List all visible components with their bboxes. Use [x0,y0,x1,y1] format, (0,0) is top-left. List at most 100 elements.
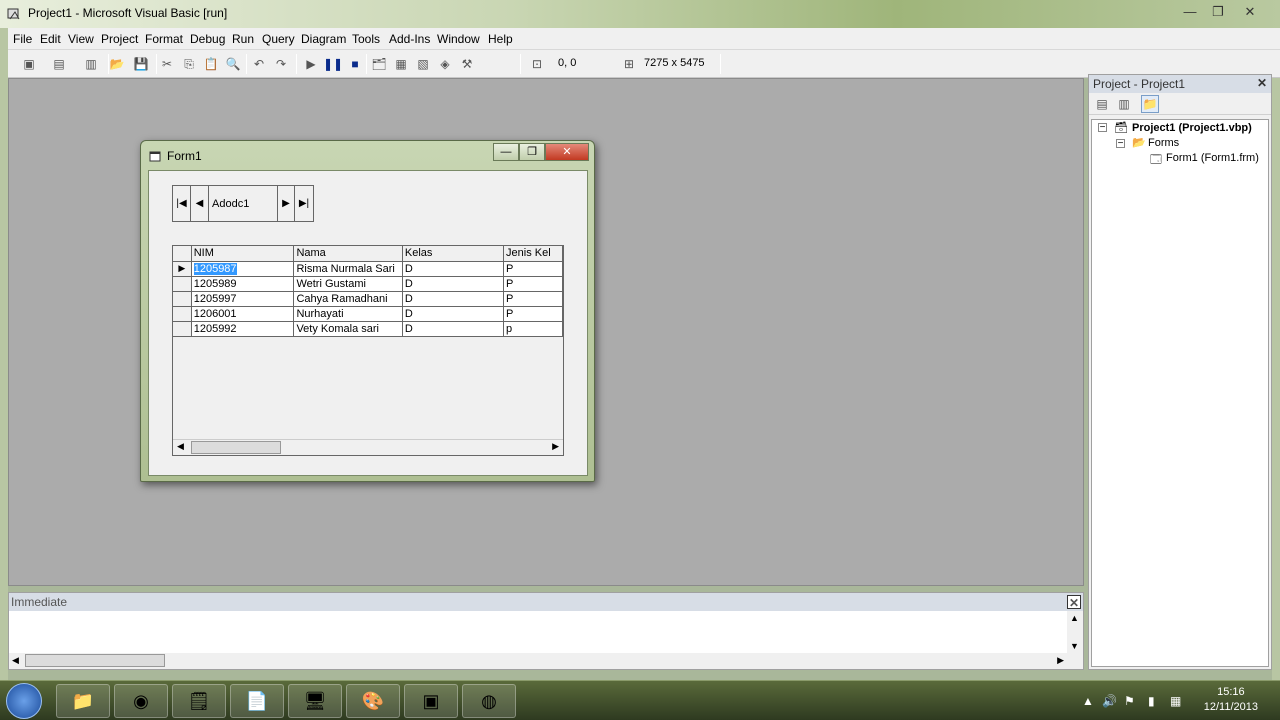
cut-icon[interactable]: ✂ [158,55,176,73]
grid-cell[interactable]: Vety Komala sari [293,321,403,337]
toolbox-icon[interactable]: ⚒ [458,55,476,73]
action-center-icon[interactable]: ⚑ [1124,694,1135,708]
scroll-up-icon[interactable]: ▲ [1070,613,1079,623]
collapse-icon[interactable]: − [1098,123,1107,133]
menu-editor-icon[interactable]: ▥ [82,55,100,73]
save-project-icon[interactable]: 💾 [132,55,150,73]
notepad-taskbar-icon[interactable]: 📄 [230,684,284,718]
end-icon[interactable]: ■ [346,55,364,73]
sticky-notes-taskbar-icon[interactable]: 🗒 [172,684,226,718]
row-selector[interactable] [173,276,192,292]
minimize-button[interactable]: — [1176,2,1204,22]
form1-minimize-button[interactable]: — [493,143,519,161]
immediate-input[interactable] [9,611,1067,653]
view-object-icon[interactable]: ▥ [1115,95,1133,113]
collapse-icon[interactable]: − [1116,139,1125,149]
table-row[interactable]: 1205992 Vety Komala sari D p [173,321,563,337]
break-icon[interactable]: ❚❚ [323,55,343,73]
paint-taskbar-icon[interactable]: 🎨 [346,684,400,718]
menu-diagram[interactable]: Diagram [301,32,346,46]
computer-taskbar-icon[interactable]: 🖥 [288,684,342,718]
scroll-left-icon[interactable]: ◀ [177,441,184,452]
open-project-icon[interactable]: 📂 [108,55,126,73]
volume-icon[interactable]: 🔊 [1102,694,1117,708]
menu-project[interactable]: Project [101,32,138,46]
grid-cell[interactable]: P [503,276,563,292]
scroll-right-icon[interactable]: ▶ [552,441,559,452]
menu-tools[interactable]: Tools [352,32,380,46]
view-code-icon[interactable]: ▤ [1093,95,1111,113]
start-button-icon[interactable] [6,683,42,719]
properties-window-icon[interactable]: ▦ [392,55,410,73]
grid-horizontal-scrollbar[interactable]: ◀ ▶ [173,439,563,455]
app-taskbar-icon[interactable]: ◍ [462,684,516,718]
grid-cell[interactable]: Cahya Ramadhani [293,291,403,307]
table-row[interactable]: 1205989 Wetri Gustami D P [173,276,563,292]
taskbar-clock[interactable]: 15:16 12/11/2013 [1204,685,1258,715]
menu-window[interactable]: Window [437,32,480,46]
grid-cell[interactable]: P [503,261,563,277]
table-row[interactable]: 1205997 Cahya Ramadhani D P [173,291,563,307]
data-grid[interactable]: NIM Nama Kelas Jenis Kel ▶ 1205987 Risma… [172,245,564,456]
grid-cell[interactable]: Wetri Gustami [293,276,403,292]
form1-maximize-button[interactable]: ❐ [519,143,545,161]
grid-cell[interactable]: 1205997 [191,291,295,307]
grid-cell[interactable]: D [402,291,505,307]
menu-add-ins[interactable]: Add-Ins [389,32,430,46]
object-browser-icon[interactable]: ◈ [436,55,454,73]
toggle-folders-icon[interactable]: 📁 [1141,95,1159,113]
project-explorer-icon[interactable]: 🗂 [370,55,388,73]
column-header-nim[interactable]: NIM [191,246,295,262]
chrome-taskbar-icon[interactable]: ◉ [114,684,168,718]
menu-debug[interactable]: Debug [190,32,225,46]
close-button[interactable]: ✕ [1236,2,1264,22]
menu-file[interactable]: File [13,32,32,46]
close-icon[interactable]: ✕ [1255,76,1269,90]
grid-cell[interactable]: P [503,306,563,322]
tree-item-project[interactable]: Project1 (Project1.vbp) [1132,122,1252,134]
undo-icon[interactable]: ↶ [250,55,268,73]
grid-cell[interactable]: Risma Nurmala Sari [293,261,403,277]
grid-cell[interactable]: Nurhayati [293,306,403,322]
form1-close-button[interactable]: ✕ [545,143,589,161]
paste-icon[interactable]: 📋 [202,55,220,73]
table-row[interactable]: 1206001 Nurhayati D P [173,306,563,322]
grid-cell[interactable]: 1205987 [191,261,295,277]
menu-view[interactable]: View [68,32,94,46]
row-selector[interactable] [173,306,192,322]
maximize-button[interactable]: ❐ [1204,2,1232,22]
form1-window[interactable]: Form1 — ❐ ✕ |◀ ◀ Adodc1 ▶ ▶| NIM Nama Ke… [140,140,595,482]
column-header-nama[interactable]: Nama [293,246,403,262]
find-icon[interactable]: 🔍 [224,55,242,73]
grid-cell[interactable]: p [503,321,563,337]
row-selector[interactable] [173,321,192,337]
menu-edit[interactable]: Edit [40,32,61,46]
grid-cell[interactable]: 1205992 [191,321,295,337]
column-header-jenis-kel[interactable]: Jenis Kel [503,246,563,262]
scroll-down-icon[interactable]: ▼ [1070,641,1079,651]
grid-cell[interactable]: D [402,276,505,292]
scroll-right-icon[interactable]: ▶ [1057,655,1064,666]
menu-query[interactable]: Query [262,32,295,46]
grid-cell[interactable]: 1206001 [191,306,295,322]
scrollbar-thumb[interactable] [191,441,281,454]
tree-item-form1[interactable]: Form1 (Form1.frm) [1166,152,1259,164]
show-hidden-icons-icon[interactable]: ▲ [1082,694,1094,708]
scrollbar-thumb[interactable] [25,654,165,667]
column-header-kelas[interactable]: Kelas [402,246,505,262]
add-project-icon[interactable]: ▣ [20,55,38,73]
close-icon[interactable]: ✕ [1067,595,1081,610]
visual-basic-taskbar-icon[interactable]: ▣ [404,684,458,718]
move-first-icon[interactable]: |◀ [173,186,191,221]
move-last-icon[interactable]: ▶| [295,186,313,221]
grid-cell[interactable]: 1205989 [191,276,295,292]
tree-item-forms[interactable]: Forms [1148,137,1179,149]
network-icon[interactable]: ▦ [1170,694,1181,708]
explorer-taskbar-icon[interactable]: 📁 [56,684,110,718]
menu-help[interactable]: Help [488,32,513,46]
grid-cell[interactable]: P [503,291,563,307]
row-selector[interactable] [173,291,192,307]
move-next-icon[interactable]: ▶ [277,186,295,221]
add-form-icon[interactable]: ▤ [50,55,68,73]
immediate-vertical-scrollbar[interactable]: ▲ ▼ [1067,611,1083,653]
